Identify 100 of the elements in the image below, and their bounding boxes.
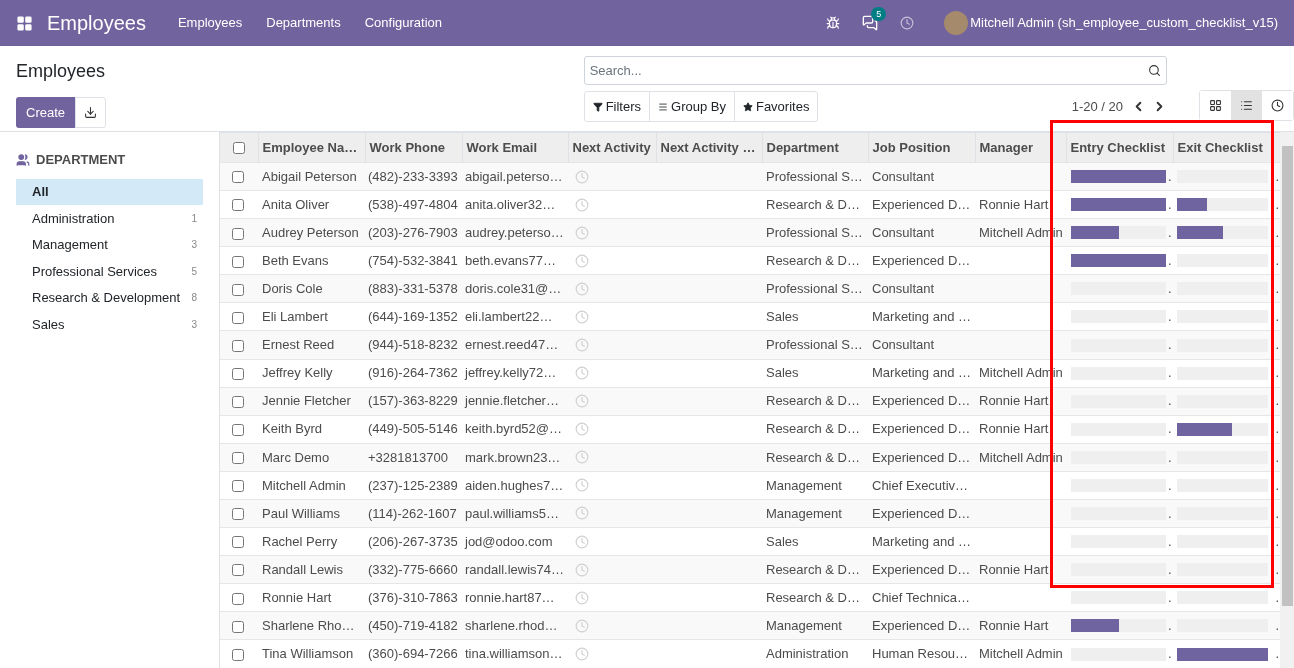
filter-toggle[interactable]: Filters [584, 92, 650, 121]
create-button[interactable]: Create [16, 97, 76, 128]
table-cell: Mitchell Admin [258, 471, 365, 500]
column-header[interactable]: Employee Na… [258, 132, 365, 163]
column-header[interactable]: Work Phone [365, 132, 462, 163]
department-item[interactable]: Management 3 [16, 231, 203, 258]
progress-mark: . [1168, 617, 1172, 636]
scrollbar[interactable] [1280, 132, 1294, 668]
download-button[interactable] [75, 97, 107, 128]
column-header[interactable]: Entry Checklist [1066, 132, 1173, 163]
bug-icon[interactable] [826, 16, 841, 30]
table-cell: Consultant [868, 218, 975, 247]
table-cell: eli.lambert22… [462, 302, 568, 331]
table-cell: Research & D… [762, 415, 868, 444]
table-cell: (203)-276-7903 [365, 218, 462, 247]
table-cell: (114)-262-1607 [365, 499, 462, 528]
user-name[interactable]: Mitchell Admin (sh_employee_custom_checklist_v15) [970, 13, 1278, 33]
department-item[interactable]: Professional Services 5 [16, 258, 203, 285]
star-icon [742, 101, 753, 112]
table-cell: Randall Lewis [258, 555, 365, 584]
table-cell: Abigail Peterson [258, 162, 365, 191]
table-cell: Marketing and … [868, 527, 975, 556]
row-checkbox[interactable] [232, 199, 244, 212]
table-cell: Management [762, 471, 868, 500]
item-count: 3 [191, 238, 197, 253]
progress-mark: . [1168, 195, 1172, 214]
table-cell: Professional S… [762, 274, 868, 303]
row-checkbox[interactable] [232, 171, 244, 184]
table-cell: paul.williams5… [462, 499, 568, 528]
table-cell: (206)-267-3735 [365, 527, 462, 556]
department-item[interactable]: All [16, 178, 203, 205]
table-cell: jeffrey.kelly72… [462, 359, 568, 388]
filter-toggle[interactable]: Favorites [733, 92, 818, 121]
table-cell: Research & D… [762, 555, 868, 584]
progress-mark: . [1168, 280, 1172, 299]
row-checkbox[interactable] [232, 620, 244, 633]
column-header[interactable]: Manager [975, 132, 1066, 163]
table-cell: Research & D… [762, 583, 868, 612]
table-cell: Human Resou… [868, 639, 975, 668]
apps-menu-icon[interactable] [16, 14, 33, 32]
item-count: 1 [191, 211, 197, 226]
table-cell: Ronnie Hart [258, 583, 365, 612]
chat-icon[interactable] [862, 15, 879, 31]
row-checkbox[interactable] [232, 452, 244, 465]
filter-toggle[interactable]: Group By [649, 92, 734, 121]
search-field[interactable]: Search... [583, 56, 1167, 85]
row-checkbox[interactable] [232, 564, 244, 577]
table-cell: (450)-719-4182 [365, 611, 462, 640]
progress-mark: . [1275, 281, 1279, 297]
row-checkbox[interactable] [232, 255, 244, 268]
notification-badge: 5 [871, 7, 887, 21]
row-checkbox[interactable] [232, 508, 244, 521]
row-checkbox[interactable] [232, 367, 244, 380]
row-checkbox[interactable] [232, 339, 244, 352]
list-view-icon [1240, 99, 1253, 112]
department-item[interactable]: Sales 3 [16, 311, 203, 338]
progress-mark: . [1275, 646, 1279, 662]
row-checkbox[interactable] [232, 283, 244, 296]
menu-link[interactable]: Departments [254, 13, 353, 33]
department-item[interactable]: Research & Development 8 [16, 284, 203, 311]
menu-link[interactable]: Configuration [352, 13, 454, 33]
column-header[interactable]: Exit Checklist [1173, 132, 1268, 163]
row-checkbox[interactable] [232, 480, 244, 493]
row-checkbox[interactable] [232, 648, 244, 661]
table-cell: (883)-331-5378 [365, 274, 462, 303]
column-header[interactable]: Work Email [462, 132, 568, 163]
progress-mark: . [1275, 337, 1279, 353]
table-cell: abigail.peterso… [462, 162, 568, 191]
progress-mark: . [1168, 476, 1172, 495]
column-header[interactable]: Next Activity … [656, 132, 762, 163]
item-count: 5 [191, 264, 197, 279]
department-item[interactable]: Administration 1 [16, 205, 203, 232]
view-switch-button[interactable] [1231, 91, 1262, 120]
progress-mark: . [1168, 504, 1172, 523]
table-cell: Marketing and … [868, 302, 975, 331]
table-cell: Doris Cole [258, 274, 365, 303]
row-checkbox[interactable] [232, 227, 244, 240]
table-cell: (754)-532-3841 [365, 246, 462, 275]
table-cell: (944)-518-8232 [365, 330, 462, 360]
pager-value: 1-20 / 20 [1071, 97, 1123, 116]
row-checkbox[interactable] [232, 311, 244, 324]
select-all-checkbox[interactable] [232, 142, 245, 155]
column-header[interactable]: Next Activity [568, 132, 656, 163]
clock-icon[interactable] [900, 16, 915, 30]
row-checkbox[interactable] [232, 592, 244, 605]
table-cell: Experienced D… [868, 555, 975, 584]
progress-mark: . [1168, 588, 1172, 607]
table-cell: Ronnie Hart [979, 196, 1049, 212]
table-cell: beth.evans77… [462, 246, 568, 275]
column-header[interactable]: Job Position [868, 132, 975, 163]
table-cell: Administration [762, 639, 868, 668]
menu-link[interactable]: Employees [165, 13, 255, 33]
row-checkbox[interactable] [232, 536, 244, 549]
app-title: Employees [47, 11, 146, 36]
table-cell: Research & D… [762, 246, 868, 275]
table-cell: Sharlene Rho… [258, 611, 365, 640]
row-checkbox[interactable] [232, 395, 244, 408]
row-checkbox[interactable] [232, 424, 244, 437]
table-cell: Mitchell Admin [979, 646, 1063, 662]
column-header[interactable]: Department [762, 132, 868, 163]
